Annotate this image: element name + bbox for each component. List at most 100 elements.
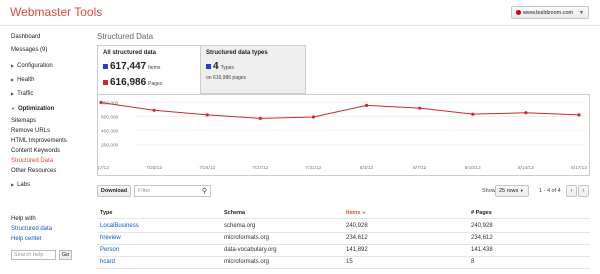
sort-desc-icon: ▼ (361, 210, 366, 215)
x-tick-label: 8/10/12 (465, 165, 481, 171)
data-point[interactable] (311, 115, 316, 119)
row-schema: data-vocabulary.org (224, 247, 277, 253)
y-tick-label: 600,000 (101, 114, 119, 120)
x-tick-label: 7/27/12 (252, 165, 268, 171)
data-point[interactable] (205, 113, 209, 117)
items-unit: Items (148, 65, 161, 71)
row-type-link[interactable]: Person (100, 247, 119, 253)
data-point[interactable] (577, 113, 581, 117)
sidebar-item-labs[interactable]: ▶ Labs (11, 182, 30, 188)
collapse-arrow-icon: ▼ (11, 106, 15, 111)
sidebar-item-label: Health (17, 77, 35, 83)
row-divider (97, 268, 590, 269)
row-divider (97, 232, 590, 233)
row-pages: 141,438 (471, 247, 493, 253)
x-tick-label: 7/31/12 (305, 165, 321, 171)
prev-page-button[interactable]: ‹ (566, 185, 577, 197)
pages-count: 616,986 (110, 77, 147, 88)
sidebar-item-optimization[interactable]: ▼ Optimization (11, 106, 54, 112)
next-page-button[interactable]: › (578, 185, 589, 197)
search-icon[interactable]: ⚲ (202, 187, 207, 195)
row-items: 240,928 (346, 223, 368, 229)
types-count: 4 (213, 61, 219, 72)
x-tick-label: 8/3/12 (360, 165, 374, 171)
sidebar-item-configuration[interactable]: ▶ Configuration (11, 63, 53, 69)
filter-placeholder: Filter (138, 188, 151, 194)
sidebar-item-messages[interactable]: Messages (9) (11, 47, 47, 53)
row-divider (97, 244, 590, 245)
tab-title: All structured data (103, 50, 157, 56)
data-point[interactable] (258, 116, 262, 121)
help-center-link[interactable]: Help center (11, 236, 42, 242)
column-header-items[interactable]: Items ▼ (346, 210, 366, 216)
search-help-input[interactable]: Search help (11, 250, 56, 260)
red-legend-square-icon (103, 80, 108, 85)
sidebar-item-sitemaps[interactable]: Sitemaps (11, 118, 36, 124)
column-header-schema[interactable]: Schema (224, 210, 245, 216)
tab-all-structured-data[interactable]: All structured data 617,447 Items 616,986… (97, 45, 200, 94)
row-schema: microformats.org (224, 235, 270, 241)
show-label: Show (482, 188, 496, 194)
chart-area: 800,000600,000400,000200,0007/17/127/20/… (93, 94, 590, 176)
row-pages: 234,612 (471, 235, 493, 241)
row-items: 234,612 (346, 235, 368, 241)
tab-structured-data-types[interactable]: Structured data types 4 Types on 616,986 … (200, 45, 306, 94)
app-title[interactable]: Webmaster Tools (10, 5, 102, 19)
data-point[interactable] (471, 112, 475, 116)
sidebar: Dashboard Messages (9) ▶ Configuration ▶ H… (0, 26, 86, 274)
sidebar-item-dashboard[interactable]: Dashboard (11, 34, 40, 40)
data-point[interactable] (152, 108, 156, 112)
row-type-link[interactable]: hreview (100, 235, 121, 241)
sidebar-item-html-improvements[interactable]: HTML Improvements (11, 138, 67, 144)
data-point[interactable] (99, 100, 103, 105)
help-structured-data-link[interactable]: Structured data (11, 226, 52, 232)
pages-unit: Pages (148, 81, 163, 87)
sidebar-item-label: Optimization (17, 106, 55, 112)
rows-per-page-select[interactable]: 25 rows ▼ (495, 185, 529, 197)
row-type-link[interactable]: hcard (100, 259, 115, 265)
types-unit: Types (220, 65, 234, 71)
expand-arrow-icon: ▶ (11, 91, 15, 96)
pagination-range: 1 - 4 of 4 (539, 188, 561, 194)
data-point[interactable] (524, 111, 528, 115)
series-line (100, 102, 580, 119)
x-tick-label: 7/24/12 (199, 165, 215, 171)
x-tick-label: 8/14/12 (518, 165, 534, 171)
sidebar-item-structured-data[interactable]: Structured Data (11, 158, 53, 164)
sidebar-item-label: Labs (17, 182, 31, 188)
items-stat: 617,447 Items (103, 61, 160, 72)
y-tick-label: 400,000 (101, 129, 119, 135)
sidebar-item-traffic[interactable]: ▶ Traffic (11, 91, 33, 97)
sidebar-item-remove-urls[interactable]: Remove URLs (11, 128, 50, 134)
x-tick-label: 8/7/12 (413, 165, 427, 171)
row-items: 15 (346, 259, 353, 265)
line-chart: 800,000600,000400,000200,0007/17/127/20/… (93, 100, 587, 171)
y-tick-label: 200,000 (101, 143, 119, 149)
filter-input[interactable]: Filter ⚲ (134, 185, 211, 197)
site-selector[interactable]: www.buildzoom.com ▼ (511, 6, 589, 19)
blue-legend-square-icon (103, 64, 108, 69)
row-schema: schema.org (224, 223, 256, 229)
search-go-button[interactable]: Go (59, 250, 72, 260)
column-header-type[interactable]: Type (100, 210, 112, 216)
row-pages: 240,928 (471, 223, 493, 229)
expand-arrow-icon: ▶ (11, 182, 15, 187)
rows-option: 25 rows (499, 188, 519, 194)
page-title: Structured Data (97, 32, 154, 41)
x-tick-label: 7/20/12 (146, 165, 162, 171)
download-button[interactable]: Download (97, 185, 131, 197)
site-favicon-icon (516, 10, 521, 15)
x-tick-label: 7/17/12 (98, 165, 109, 171)
sidebar-item-health[interactable]: ▶ Health (11, 77, 34, 83)
row-type-link[interactable]: LocalBusiness (100, 223, 139, 229)
types-stat: 4 Types (206, 61, 234, 72)
pages-stat: 616,986 Pages (103, 77, 162, 88)
sidebar-item-other-resources[interactable]: Other Resources (11, 168, 56, 174)
data-point[interactable] (418, 106, 422, 110)
column-header-pages[interactable]: # Pages (471, 210, 492, 216)
column-header-items-label: Items (346, 210, 361, 216)
header: Webmaster Tools www.buildzoom.com ▼ (0, 0, 600, 26)
data-point[interactable] (364, 103, 369, 107)
row-divider (97, 256, 590, 257)
sidebar-item-content-keywords[interactable]: Content Keywords (11, 148, 60, 154)
